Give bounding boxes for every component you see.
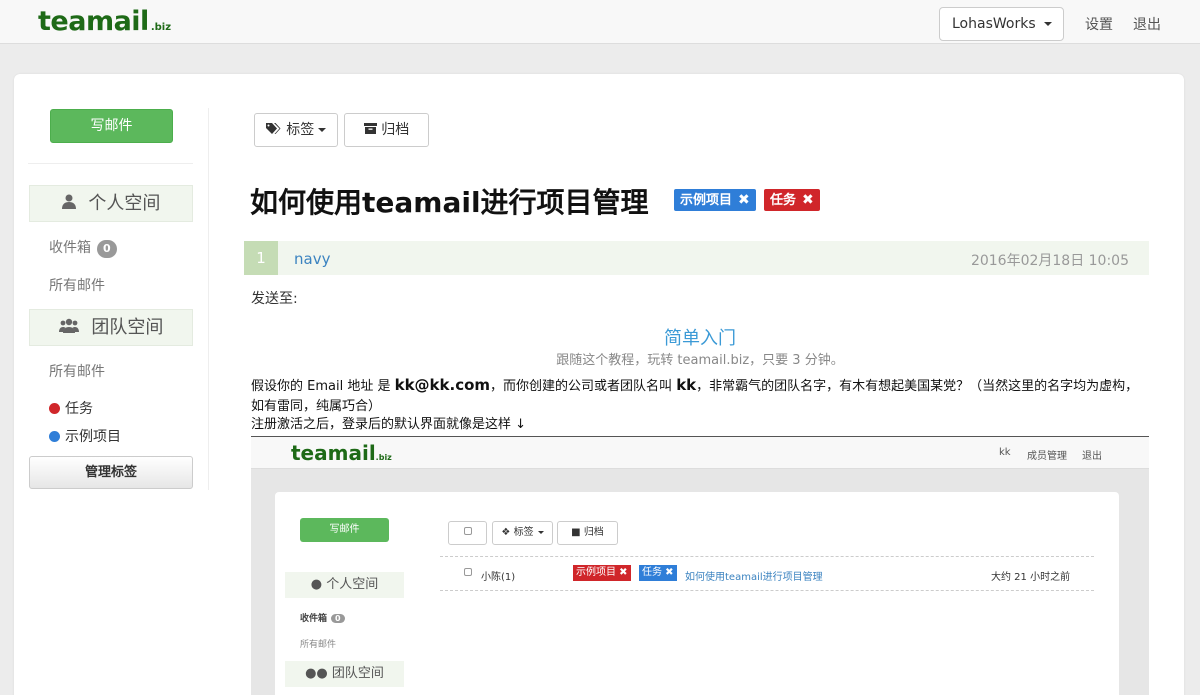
- message-header[interactable]: 1 navy 2016年02月18日 10:05: [244, 241, 1149, 275]
- screenshot-row-time: 大约 21 小时之前: [991, 572, 1071, 583]
- logout-link[interactable]: 退出: [1133, 14, 1161, 34]
- label-sample-project: 示例项目 ✖: [674, 189, 756, 211]
- inbox-count-badge: 0: [97, 240, 117, 258]
- archive-icon: [363, 122, 377, 138]
- account-dropdown-button[interactable]: LohasWorks: [939, 7, 1064, 41]
- screenshot-navbar: teamail.biz kk 成员管理 退出: [251, 437, 1149, 469]
- screenshot-row-subject: 如何使用teamail进行项目管理: [685, 572, 823, 583]
- screenshot-archive-button: ■ 归档: [557, 521, 618, 545]
- sidebar-item-all-mail-team[interactable]: 所有邮件: [49, 361, 105, 381]
- users-icon: [58, 318, 84, 337]
- remove-label-icon[interactable]: ✖: [802, 192, 814, 208]
- message-sender[interactable]: navy: [294, 250, 330, 268]
- checkbox-icon: [463, 527, 472, 535]
- manage-tags-button[interactable]: 管理标签: [29, 456, 193, 489]
- tags-icon: [265, 122, 282, 138]
- intro-title: 简单入门: [664, 328, 736, 349]
- screenshot-all-mail: 所有邮件: [300, 640, 337, 650]
- screenshot-select-all: [448, 521, 487, 545]
- sidebar-divider: [208, 108, 209, 490]
- top-navbar: teamail .biz LohasWorks 设置 退出: [0, 0, 1200, 44]
- caret-down-icon: [318, 128, 327, 132]
- archive-button[interactable]: 归档: [344, 113, 429, 147]
- screenshot-tags-button: ❖ 标签: [492, 521, 553, 545]
- user-icon: ●: [310, 577, 323, 592]
- embedded-screenshot: teamail.biz kk 成员管理 退出 写邮件 ● 个人空间 收件箱 0 所…: [251, 437, 1149, 695]
- screenshot-nav-logout: 退出: [1082, 451, 1102, 462]
- label-task: 任务 ✖: [764, 189, 820, 211]
- settings-link[interactable]: 设置: [1085, 14, 1113, 34]
- screenshot-row-sender: 小陈(1): [481, 572, 516, 583]
- sidebar-tag-task[interactable]: 任务: [49, 398, 93, 418]
- message-number: 1: [244, 241, 278, 275]
- screenshot-label-sample-project: 示例项目 ✖: [573, 565, 631, 581]
- caret-down-icon: [1044, 22, 1053, 26]
- users-icon: ●●: [305, 666, 328, 681]
- screenshot-inbox: 收件箱 0: [300, 611, 345, 624]
- screenshot-logo: teamail.biz: [291, 441, 392, 465]
- send-to-label: 发送至:: [251, 291, 298, 307]
- screenshot-row-checkbox: [464, 568, 472, 579]
- remove-label-icon[interactable]: ✖: [738, 192, 750, 208]
- body-paragraph-2: 注册激活之后，登录后的默认界面就像是这样 ↓: [251, 417, 527, 432]
- screenshot-nav-user: kk: [999, 447, 1011, 458]
- sidebar-item-inbox[interactable]: 收件箱 0: [49, 237, 117, 258]
- sidebar-tag-sample-project[interactable]: 示例项目: [49, 426, 121, 446]
- sidebar-item-all-mail-personal[interactable]: 所有邮件: [49, 275, 105, 295]
- screenshot-compose-button: 写邮件: [300, 518, 389, 542]
- archive-icon: ■: [571, 527, 581, 538]
- message-subject: 如何使用teamail进行项目管理: [250, 186, 649, 219]
- tag-color-dot: [49, 431, 60, 442]
- divider: [28, 163, 193, 164]
- dashed-divider: [440, 556, 1094, 557]
- screenshot-nav-members: 成员管理: [1027, 451, 1067, 462]
- tags-dropdown-button[interactable]: 标签: [254, 113, 338, 147]
- user-icon: [61, 194, 81, 213]
- team-space-header[interactable]: 团队空间: [29, 309, 193, 346]
- screenshot-label-task: 任务 ✖: [639, 565, 677, 581]
- personal-space-header[interactable]: 个人空间: [29, 185, 193, 222]
- message-date: 2016年02月18日 10:05: [970, 253, 1129, 269]
- body-paragraph-1: 假设你的 Email 地址 是 kk@kk.com，而你创建的公司或者团队名叫 …: [251, 376, 1139, 414]
- dashed-divider: [440, 590, 1094, 591]
- intro-subtitle: 跟随这个教程，玩转 teamail.biz，只要 3 分钟。: [556, 353, 844, 368]
- screenshot-team-space: ●● 团队空间: [285, 661, 404, 687]
- compose-button[interactable]: 写邮件: [50, 109, 173, 143]
- teamail-logo[interactable]: teamail .biz: [38, 6, 171, 37]
- screenshot-personal-space: ● 个人空间: [285, 572, 404, 598]
- caret-down-icon: [537, 530, 544, 534]
- tags-icon: ❖: [501, 527, 511, 538]
- tag-color-dot: [49, 403, 60, 414]
